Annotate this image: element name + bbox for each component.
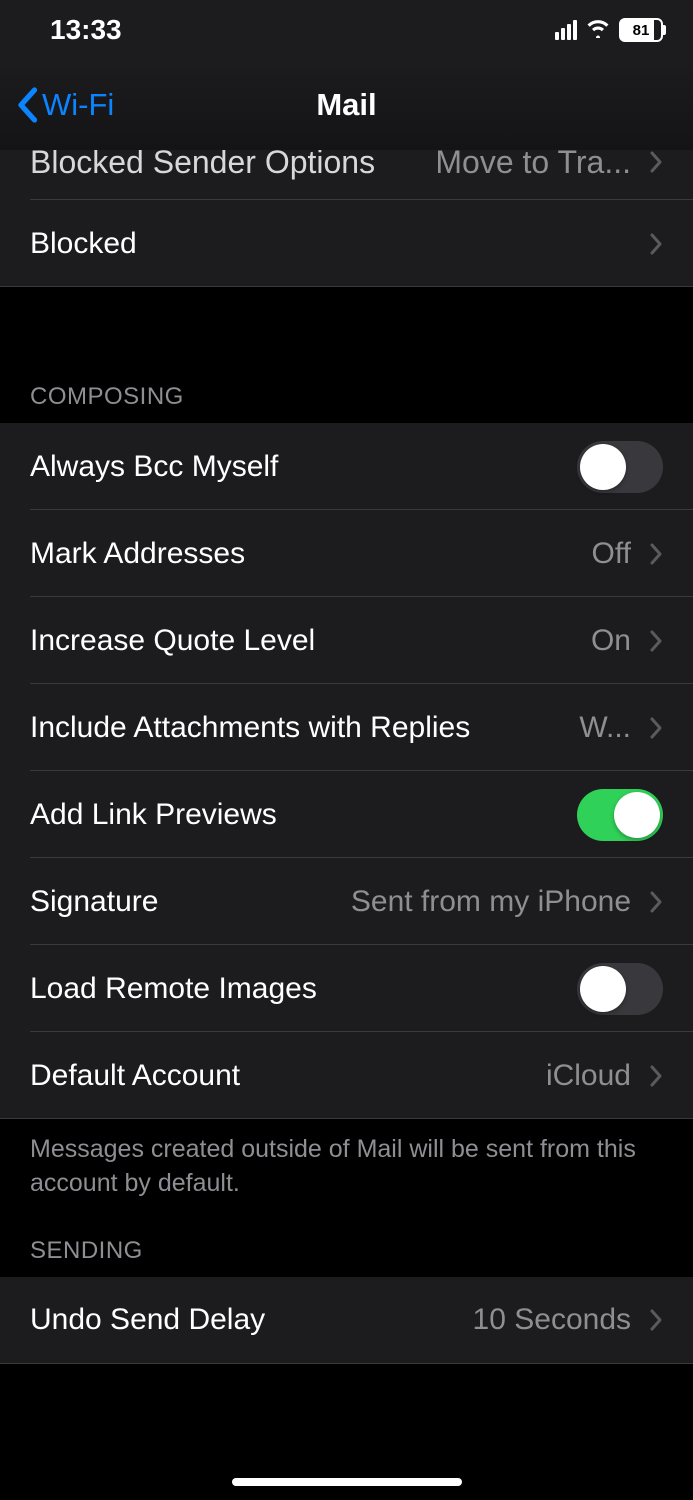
row-mark-addresses[interactable]: Mark Addresses Off <box>0 510 693 597</box>
row-label: Signature <box>30 885 335 919</box>
row-label: Load Remote Images <box>30 972 561 1006</box>
home-indicator[interactable] <box>232 1478 462 1486</box>
settings-content[interactable]: Blocked Sender Options Move to Tra... Bl… <box>0 150 693 1500</box>
chevron-right-icon <box>649 890 663 914</box>
chevron-right-icon <box>649 629 663 653</box>
navigation-bar: Wi-Fi Mail <box>0 60 693 150</box>
row-blocked-sender-options[interactable]: Blocked Sender Options Move to Tra... <box>0 150 693 200</box>
row-label: Blocked Sender Options <box>30 150 419 181</box>
back-button[interactable]: Wi-Fi <box>16 87 114 123</box>
section-threading-partial: Blocked Sender Options Move to Tra... Bl… <box>0 150 693 287</box>
row-value: W... <box>579 711 631 745</box>
back-label: Wi-Fi <box>42 87 114 123</box>
cellular-signal-icon <box>555 20 577 40</box>
chevron-right-icon <box>649 1308 663 1332</box>
row-default-account[interactable]: Default Account iCloud <box>0 1032 693 1119</box>
chevron-left-icon <box>16 87 38 123</box>
row-label: Add Link Previews <box>30 798 561 832</box>
row-value: iCloud <box>546 1059 631 1093</box>
row-label: Include Attachments with Replies <box>30 711 563 745</box>
chevron-right-icon <box>649 542 663 566</box>
row-value: On <box>591 624 631 658</box>
row-label: Mark Addresses <box>30 537 576 571</box>
row-label: Always Bcc Myself <box>30 450 561 484</box>
row-value: Move to Tra... <box>435 150 631 181</box>
row-value: 10 Seconds <box>473 1303 631 1337</box>
battery-icon: 81 <box>619 18 663 42</box>
chevron-right-icon <box>649 232 663 256</box>
section-header-composing: Composing <box>0 287 693 423</box>
row-label: Blocked <box>30 227 631 261</box>
toggle-remote-images[interactable] <box>577 963 663 1015</box>
row-load-remote-images[interactable]: Load Remote Images <box>0 945 693 1032</box>
row-include-attachments[interactable]: Include Attachments with Replies W... <box>0 684 693 771</box>
status-time: 13:33 <box>50 14 122 46</box>
chevron-right-icon <box>649 150 663 174</box>
section-header-sending: Sending <box>0 1201 693 1277</box>
chevron-right-icon <box>649 1064 663 1088</box>
row-undo-send-delay[interactable]: Undo Send Delay 10 Seconds <box>0 1277 693 1364</box>
toggle-link-previews[interactable] <box>577 789 663 841</box>
section-sending: Undo Send Delay 10 Seconds <box>0 1277 693 1364</box>
row-blocked[interactable]: Blocked <box>0 200 693 287</box>
row-signature[interactable]: Signature Sent from my iPhone <box>0 858 693 945</box>
row-label: Default Account <box>30 1059 530 1093</box>
section-footer-composing: Messages created outside of Mail will be… <box>0 1119 693 1201</box>
section-composing: Always Bcc Myself Mark Addresses Off Inc… <box>0 423 693 1119</box>
status-bar: 13:33 81 <box>0 0 693 60</box>
row-label: Undo Send Delay <box>30 1303 457 1337</box>
row-value: Sent from my iPhone <box>351 885 631 919</box>
toggle-always-bcc[interactable] <box>577 441 663 493</box>
row-add-link-previews[interactable]: Add Link Previews <box>0 771 693 858</box>
status-indicators: 81 <box>555 18 663 43</box>
row-increase-quote-level[interactable]: Increase Quote Level On <box>0 597 693 684</box>
row-value: Off <box>592 537 631 571</box>
chevron-right-icon <box>649 716 663 740</box>
row-always-bcc-myself[interactable]: Always Bcc Myself <box>0 423 693 510</box>
wifi-icon <box>585 18 611 43</box>
row-label: Increase Quote Level <box>30 624 575 658</box>
